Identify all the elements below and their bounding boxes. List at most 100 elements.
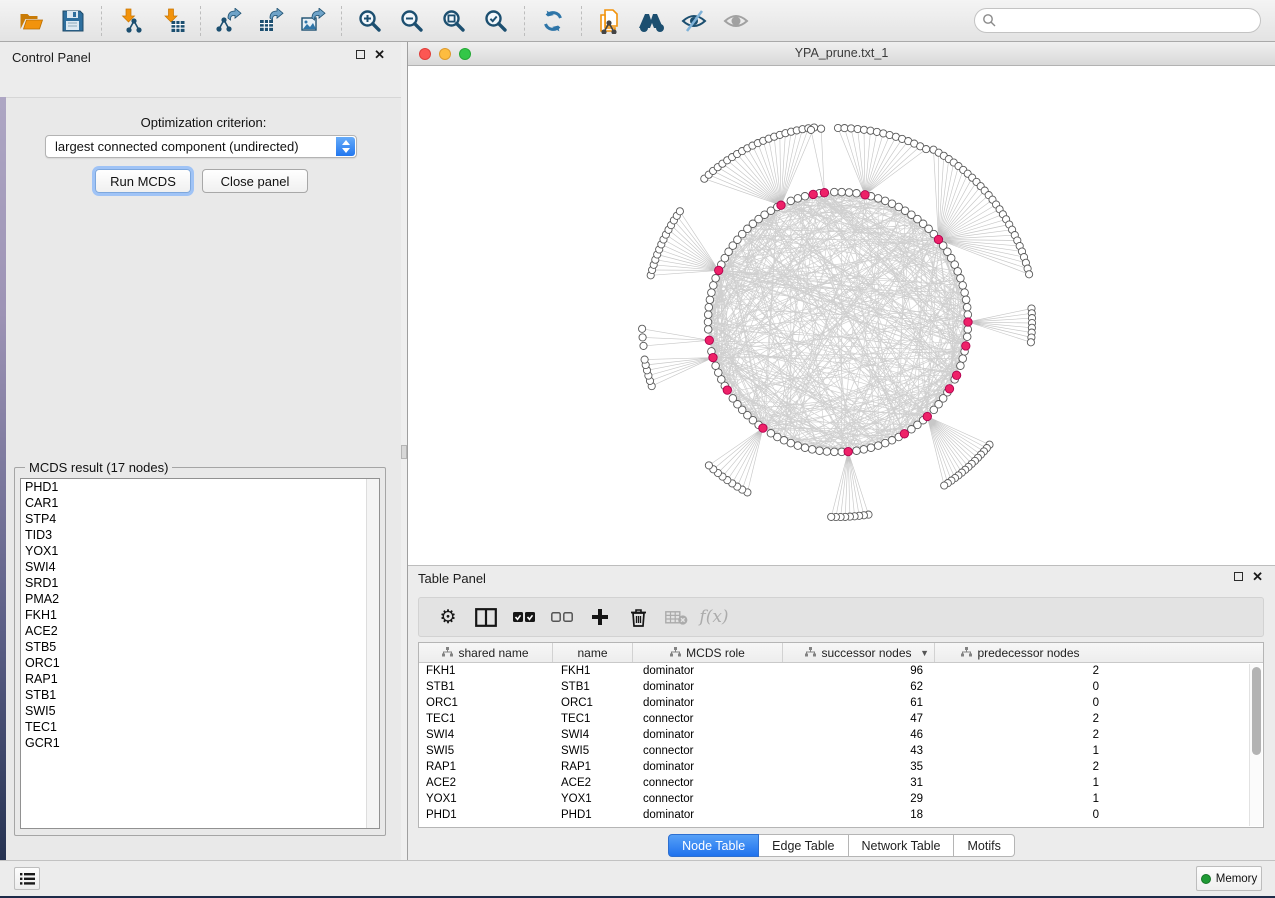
- table-scrollbar-thumb[interactable]: [1252, 667, 1261, 755]
- table-cell[interactable]: 46: [783, 727, 935, 743]
- float-table-panel-icon[interactable]: [1234, 572, 1243, 581]
- table-cell[interactable]: [1106, 695, 1263, 711]
- table-cell[interactable]: 61: [783, 695, 935, 711]
- mcds-result-item[interactable]: PMA2: [21, 591, 379, 607]
- table-cell[interactable]: 2: [935, 711, 1106, 727]
- column-header-name[interactable]: name: [553, 643, 633, 662]
- zoom-fit-icon[interactable]: [438, 5, 470, 37]
- network-graph-svg[interactable]: [408, 66, 1275, 564]
- table-cell[interactable]: SWI4: [419, 727, 553, 743]
- table-cell[interactable]: [1106, 807, 1263, 823]
- table-cell[interactable]: 18: [783, 807, 935, 823]
- table-cell[interactable]: SWI5: [553, 743, 633, 759]
- close-table-panel-icon[interactable]: ✕: [1252, 572, 1263, 581]
- table-row[interactable]: SWI4SWI4dominator462: [419, 727, 1263, 743]
- table-settings-icon[interactable]: ⚙: [433, 603, 463, 631]
- table-cell[interactable]: 47: [783, 711, 935, 727]
- table-cell[interactable]: 35: [783, 759, 935, 775]
- close-panel-icon[interactable]: ✕: [374, 50, 385, 59]
- table-cell[interactable]: dominator: [633, 727, 783, 743]
- mcds-result-item[interactable]: SRD1: [21, 575, 379, 591]
- column-header-predecessor-nodes[interactable]: predecessor nodes: [935, 643, 1106, 662]
- table-cell[interactable]: connector: [633, 743, 783, 759]
- table-cell[interactable]: dominator: [633, 663, 783, 679]
- table-cell[interactable]: SWI4: [553, 727, 633, 743]
- table-row[interactable]: ACE2ACE2connector311: [419, 775, 1263, 791]
- table-row[interactable]: STB1STB1dominator620: [419, 679, 1263, 695]
- mcds-result-item[interactable]: SWI4: [21, 559, 379, 575]
- table-cell[interactable]: 62: [783, 679, 935, 695]
- table-cell[interactable]: connector: [633, 711, 783, 727]
- table-cell[interactable]: 31: [783, 775, 935, 791]
- table-cell[interactable]: 1: [935, 791, 1106, 807]
- table-cell[interactable]: FKH1: [553, 663, 633, 679]
- mcds-result-item[interactable]: STB1: [21, 687, 379, 703]
- network-canvas[interactable]: [408, 66, 1275, 564]
- zoom-out-icon[interactable]: [396, 5, 428, 37]
- table-cell[interactable]: 0: [935, 679, 1106, 695]
- table-row[interactable]: RAP1RAP1dominator352: [419, 759, 1263, 775]
- table-cell[interactable]: [1106, 775, 1263, 791]
- table-cell[interactable]: ORC1: [553, 695, 633, 711]
- table-cell[interactable]: YOX1: [553, 791, 633, 807]
- save-session-icon[interactable]: [57, 5, 89, 37]
- zoom-in-icon[interactable]: [354, 5, 386, 37]
- deselect-all-icon[interactable]: [547, 603, 577, 631]
- open-session-icon[interactable]: [15, 5, 47, 37]
- tab-edge-table[interactable]: Edge Table: [759, 834, 848, 857]
- table-cell[interactable]: 0: [935, 807, 1106, 823]
- table-row[interactable]: ORC1ORC1dominator610: [419, 695, 1263, 711]
- table-cell[interactable]: connector: [633, 775, 783, 791]
- table-row[interactable]: TEC1TEC1connector472: [419, 711, 1263, 727]
- mcds-result-item[interactable]: SWI5: [21, 703, 379, 719]
- table-row[interactable]: YOX1YOX1connector291: [419, 791, 1263, 807]
- table-cell[interactable]: RAP1: [419, 759, 553, 775]
- optimization-criterion-select[interactable]: largest connected component (undirected): [45, 135, 357, 158]
- table-cell[interactable]: PHD1: [419, 807, 553, 823]
- export-table-icon[interactable]: [255, 5, 287, 37]
- splitter-handle[interactable]: [401, 445, 407, 459]
- table-cell[interactable]: dominator: [633, 759, 783, 775]
- table-cell[interactable]: ACE2: [419, 775, 553, 791]
- table-cell[interactable]: [1106, 759, 1263, 775]
- mcds-result-scrollbar[interactable]: [366, 479, 379, 828]
- close-panel-button[interactable]: Close panel: [202, 169, 308, 193]
- table-cell[interactable]: dominator: [633, 807, 783, 823]
- table-cell[interactable]: [1106, 791, 1263, 807]
- mcds-result-item[interactable]: FKH1: [21, 607, 379, 623]
- export-image-icon[interactable]: [297, 5, 329, 37]
- add-entry-icon[interactable]: [585, 603, 615, 631]
- table-cell[interactable]: [1106, 743, 1263, 759]
- table-cell[interactable]: 2: [935, 663, 1106, 679]
- table-cell[interactable]: ORC1: [419, 695, 553, 711]
- export-network-icon[interactable]: [213, 5, 245, 37]
- table-cell[interactable]: YOX1: [419, 791, 553, 807]
- network-window-titlebar[interactable]: YPA_prune.txt_1: [408, 42, 1275, 66]
- table-cell[interactable]: 1: [935, 775, 1106, 791]
- import-table-icon[interactable]: [156, 5, 188, 37]
- table-cell[interactable]: 96: [783, 663, 935, 679]
- run-mcds-button[interactable]: Run MCDS: [95, 169, 191, 193]
- mcds-result-item[interactable]: TID3: [21, 527, 379, 543]
- zoom-selected-icon[interactable]: [480, 5, 512, 37]
- select-all-icon[interactable]: [509, 603, 539, 631]
- table-cell[interactable]: TEC1: [553, 711, 633, 727]
- table-row[interactable]: PHD1PHD1dominator180: [419, 807, 1263, 823]
- column-header-shared-name[interactable]: shared name: [419, 643, 553, 662]
- tab-node-table[interactable]: Node Table: [668, 834, 759, 857]
- tab-network-table[interactable]: Network Table: [849, 834, 955, 857]
- table-cell[interactable]: PHD1: [553, 807, 633, 823]
- vertical-splitter[interactable]: [401, 42, 408, 860]
- table-cell[interactable]: 43: [783, 743, 935, 759]
- column-header-successor-nodes[interactable]: successor nodes▼: [783, 643, 935, 662]
- mcds-result-item[interactable]: ORC1: [21, 655, 379, 671]
- table-cell[interactable]: 2: [935, 759, 1106, 775]
- table-cell[interactable]: 0: [935, 695, 1106, 711]
- mcds-result-item[interactable]: RAP1: [21, 671, 379, 687]
- hide-selected-icon[interactable]: [678, 5, 710, 37]
- table-row[interactable]: FKH1FKH1dominator962: [419, 663, 1263, 679]
- table-cell[interactable]: 29: [783, 791, 935, 807]
- table-scrollbar[interactable]: [1249, 664, 1262, 826]
- mcds-result-item[interactable]: STP4: [21, 511, 379, 527]
- mcds-result-item[interactable]: GCR1: [21, 735, 379, 751]
